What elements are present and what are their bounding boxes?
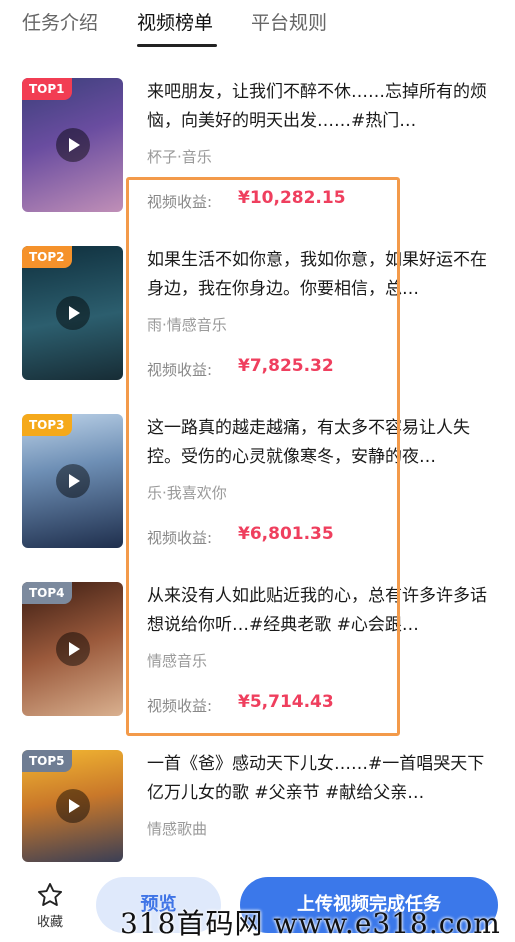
rank-badge: TOP3	[22, 414, 72, 436]
video-thumbnail[interactable]: TOP4	[22, 582, 123, 716]
favorite-label: 收藏	[36, 915, 63, 930]
favorite-button[interactable]: 收藏	[28, 881, 72, 930]
video-author: 杯子·音乐	[147, 148, 212, 166]
tab-task-intro[interactable]: 任务介绍	[22, 8, 98, 35]
play-icon[interactable]	[55, 128, 90, 162]
video-title[interactable]: 这一路真的越走越痛，有太多不容易让人失控。受伤的心灵就像寒冬，安静的夜…	[147, 414, 497, 472]
list-item[interactable]: TOP3 这一路真的越走越痛，有太多不容易让人失控。受伤的心灵就像寒冬，安静的夜…	[0, 414, 515, 582]
video-author: 情感音乐	[147, 652, 208, 670]
video-title[interactable]: 一首《爸》感动天下儿女……#一首唱哭天下亿万儿女的歌 #父亲节 #献给父亲…	[147, 750, 497, 808]
video-author: 雨·情感音乐	[147, 316, 227, 334]
play-icon[interactable]	[55, 632, 90, 666]
video-thumbnail[interactable]: TOP5	[22, 750, 123, 862]
list-item[interactable]: TOP4 从来没有人如此贴近我的心，总有许多许多话想说给你听…#经典老歌 #心会…	[0, 582, 515, 750]
list-item[interactable]: TOP2 如果生活不如你意，我如你意，如果好运不在身边，我在你身边。你要相信，总…	[0, 246, 515, 414]
video-author: 乐·我喜欢你	[147, 484, 227, 502]
rank-badge: TOP2	[22, 246, 72, 268]
video-thumbnail[interactable]: TOP3	[22, 414, 123, 548]
earnings-label: 视频收益:	[147, 697, 213, 715]
rank-badge: TOP4	[22, 582, 72, 604]
rank-badge: TOP5	[22, 750, 72, 772]
earnings-value: ¥6,801.35	[238, 524, 334, 544]
video-title[interactable]: 如果生活不如你意，我如你意，如果好运不在身边，我在你身边。你要相信，总…	[147, 246, 497, 304]
earnings-value: ¥10,282.15	[238, 188, 346, 208]
video-title[interactable]: 来吧朋友，让我们不醉不休……忘掉所有的烦恼，向美好的明天出发……#热门…	[147, 78, 497, 136]
tab-platform-rules[interactable]: 平台规则	[251, 8, 327, 35]
earnings-value: ¥5,714.43	[238, 692, 334, 712]
video-thumbnail[interactable]: TOP2	[22, 246, 123, 380]
play-icon[interactable]	[55, 789, 90, 823]
earnings-label: 视频收益:	[147, 193, 213, 211]
earnings-label: 视频收益:	[147, 361, 213, 379]
tab-video-ranking[interactable]: 视频榜单	[137, 8, 213, 35]
watermark-text: 318首码网 www.e318.com	[120, 907, 501, 940]
active-tab-indicator	[137, 44, 217, 47]
video-author: 情感歌曲	[147, 820, 208, 838]
tab-bar: 任务介绍 视频榜单 平台规则	[0, 0, 515, 52]
earnings-label: 视频收益:	[147, 529, 213, 547]
play-icon[interactable]	[55, 464, 90, 498]
earnings-value: ¥7,825.32	[238, 356, 334, 376]
list-item[interactable]: TOP1 来吧朋友，让我们不醉不休……忘掉所有的烦恼，向美好的明天出发……#热门…	[0, 78, 515, 246]
video-thumbnail[interactable]: TOP1	[22, 78, 123, 212]
video-title[interactable]: 从来没有人如此贴近我的心，总有许多许多话想说给你听…#经典老歌 #心会跟…	[147, 582, 497, 640]
star-outline-icon[interactable]	[28, 881, 72, 909]
play-icon[interactable]	[55, 296, 90, 330]
rank-badge: TOP1	[22, 78, 72, 100]
